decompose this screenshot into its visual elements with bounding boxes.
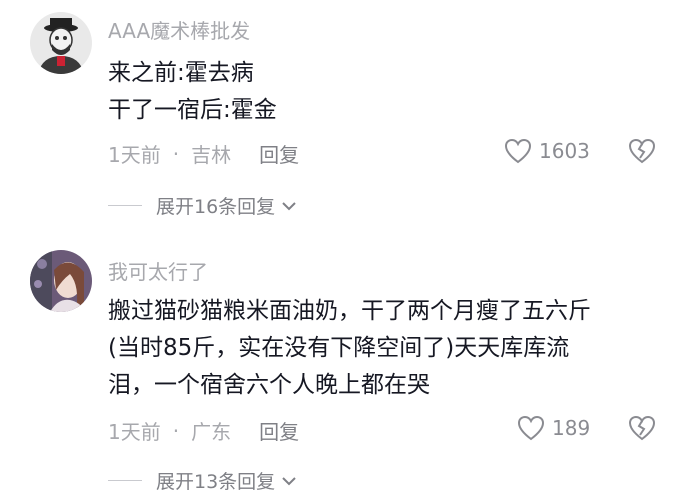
comment-line: 搬过猫砂猫粮米面油奶，干了两个月瘦了五六斤 — [108, 298, 591, 324]
comment-line: (当时85斤，实在没有下降空间了)天天库库流 — [108, 335, 570, 361]
broken-heart-icon — [628, 138, 656, 164]
like-button[interactable]: 1603 — [503, 137, 590, 165]
avatar[interactable] — [30, 12, 92, 74]
comment-time: 1天前 — [108, 420, 161, 444]
comment-meta: 1天前 · 吉林 回复 — [108, 139, 299, 168]
dislike-button[interactable] — [626, 414, 658, 446]
reply-button[interactable]: 回复 — [259, 416, 299, 445]
heart-outline-icon — [517, 415, 545, 441]
expand-replies-button[interactable]: 展开13条回复 — [108, 467, 297, 494]
comment-username[interactable]: AAA魔术棒批发 — [108, 15, 250, 44]
reply-button[interactable]: 回复 — [259, 139, 299, 168]
comment-location: 广东 — [191, 420, 232, 444]
comment-location: 吉林 — [191, 143, 232, 167]
divider-line — [108, 205, 142, 206]
avatar[interactable] — [30, 250, 92, 312]
like-count: 1603 — [539, 139, 590, 163]
broken-heart-icon — [628, 415, 656, 441]
like-count: 189 — [552, 416, 591, 440]
comment-line: 干了一宿后:霍金 — [108, 97, 277, 123]
expand-replies-label: 展开16条回复 — [156, 196, 276, 218]
comment-meta: 1天前 · 广东 回复 — [108, 416, 299, 445]
dislike-button[interactable] — [626, 137, 658, 169]
comment-username[interactable]: 我可太行了 — [108, 256, 208, 285]
meta-separator: · — [172, 141, 180, 166]
comment-time: 1天前 — [108, 143, 161, 167]
like-button[interactable]: 189 — [516, 414, 590, 442]
meta-separator: · — [172, 418, 180, 443]
expand-replies-button[interactable]: 展开16条回复 — [108, 192, 297, 219]
expand-replies-label: 展开13条回复 — [156, 471, 276, 493]
divider-line — [108, 480, 142, 481]
comment-line: 泪，一个宿舍六个人晚上都在哭 — [108, 372, 430, 398]
comment-line: 来之前:霍去病 — [108, 60, 254, 86]
chevron-down-icon — [282, 201, 296, 210]
chevron-down-icon — [282, 476, 296, 485]
heart-outline-icon — [504, 138, 532, 164]
